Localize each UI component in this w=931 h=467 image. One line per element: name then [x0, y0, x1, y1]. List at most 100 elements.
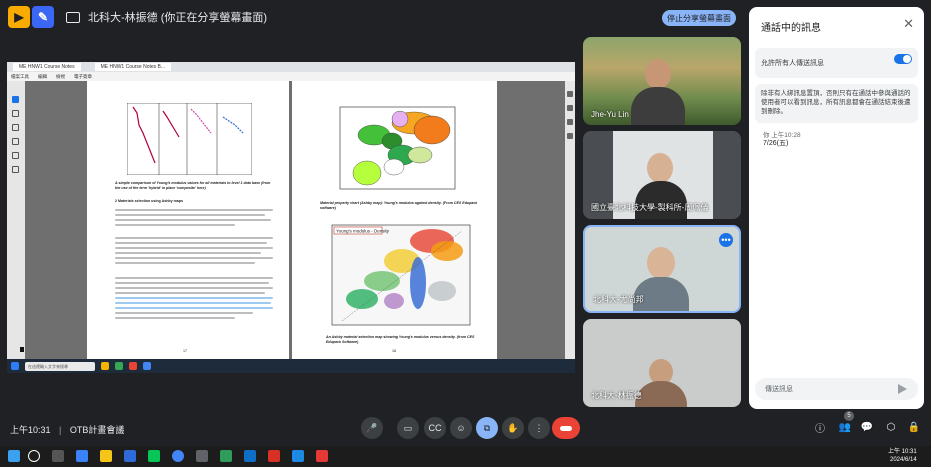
- browser-tabs: ME HNW1 Course Notes ME HNW1 Course Note…: [7, 62, 575, 72]
- info-icon[interactable]: ⓘ: [813, 420, 827, 435]
- text-line: [115, 277, 273, 279]
- participant-name: 北科大-林振德: [591, 391, 642, 400]
- activities-icon[interactable]: ⬡: [884, 420, 898, 434]
- hang-up-button[interactable]: [552, 417, 580, 439]
- chat-notice: 除非有人綁訊息置頂，否則只有在通話中參與通話的使用者可以看到訊息，所有訊息都會在…: [755, 84, 918, 123]
- participant-video: [631, 87, 685, 125]
- windows-start-icon[interactable]: [8, 450, 20, 462]
- allow-messages-label: 允許所有人傳送訊息: [761, 60, 824, 67]
- text-line: [115, 219, 271, 221]
- meeting-clock: 上午10:31: [10, 425, 51, 435]
- tool-icon[interactable]: [567, 91, 573, 97]
- chat-input[interactable]: 傳送訊息: [755, 378, 918, 400]
- present-icon[interactable]: ⧉: [476, 417, 498, 439]
- send-icon[interactable]: [898, 384, 907, 394]
- participant-name: Jhe-Yu Lin: [591, 110, 629, 119]
- menu-item[interactable]: 檔案工具: [11, 74, 29, 80]
- system-time: 上午 10:31: [888, 449, 917, 455]
- camera-icon[interactable]: ▭: [397, 417, 419, 439]
- system-clock: 上午 10:31 2024/6/14: [888, 448, 917, 464]
- file-explorer-icon[interactable]: [100, 450, 112, 462]
- text-line: [115, 262, 255, 264]
- draw-tool-icon[interactable]: [12, 138, 19, 145]
- message-text: 7/26(五): [763, 140, 789, 147]
- text-line: [115, 247, 273, 249]
- host-controls-icon[interactable]: 🔒: [907, 420, 921, 434]
- browser-tab[interactable]: ME HNW1 Course Notes B...: [94, 63, 172, 71]
- menu-item[interactable]: 檢視: [56, 74, 65, 80]
- meeting-info: 上午10:31 | OTB計畫會議: [10, 423, 124, 436]
- text-line: [115, 252, 261, 254]
- highlighted-text-line: [115, 307, 273, 309]
- section-heading: 2 Materials selection using Ashby maps: [115, 199, 183, 203]
- app-icon[interactable]: [76, 450, 88, 462]
- more-options-icon[interactable]: ⋮: [528, 417, 550, 439]
- allow-messages-row: 允許所有人傳送訊息: [755, 48, 918, 78]
- participant-tile[interactable]: 國立臺北科技大學-製科所-周佩儀: [583, 131, 741, 219]
- people-icon[interactable]: 👥: [838, 420, 852, 434]
- chat-icon[interactable]: 💬: [860, 420, 874, 434]
- search-tool-icon[interactable]: [12, 166, 19, 173]
- chat-panel: 通話中的訊息 ✕ 允許所有人傳送訊息 除非有人綁訊息置頂，否則只有在通話中參與通…: [749, 7, 924, 409]
- text-line: [115, 242, 267, 244]
- line-icon[interactable]: [148, 450, 160, 462]
- screen-share-icon: [66, 11, 80, 23]
- text-tool-icon[interactable]: [12, 152, 19, 159]
- text-line: [115, 287, 273, 289]
- chart-caption: An Ashby material selection map showing …: [326, 335, 475, 344]
- toggle-knob: [903, 55, 911, 63]
- app-icon: [143, 362, 151, 370]
- app-icon[interactable]: [244, 450, 256, 462]
- pdf-right-toolbar: [565, 81, 575, 359]
- tool-icon[interactable]: [567, 133, 573, 139]
- menu-item[interactable]: 編輯: [38, 74, 47, 80]
- app-icon[interactable]: [124, 450, 136, 462]
- highlighted-text-line: [115, 297, 273, 299]
- system-date: 2024/6/14: [889, 457, 917, 463]
- participant-video: [635, 181, 687, 219]
- page-number: 17: [183, 349, 187, 353]
- allow-messages-toggle[interactable]: [894, 54, 912, 64]
- chrome-icon[interactable]: [172, 450, 184, 462]
- microphone-icon[interactable]: 🎤: [361, 417, 383, 439]
- stop-sharing-button[interactable]: 停止分享螢幕畫面: [662, 10, 736, 26]
- app-icon[interactable]: [268, 450, 280, 462]
- participant-tile[interactable]: 北科大-林振德: [583, 319, 741, 407]
- emoji-icon[interactable]: ☺: [450, 417, 472, 439]
- chat-panel-title: 通話中的訊息: [761, 23, 821, 34]
- participant-tile[interactable]: Jhe-Yu Lin: [583, 37, 741, 125]
- app-icon[interactable]: [220, 450, 232, 462]
- task-view-icon[interactable]: [52, 450, 64, 462]
- slides-app-icon[interactable]: ▶: [8, 6, 30, 28]
- ashby-chart-1: [339, 106, 456, 190]
- search-icon[interactable]: [28, 450, 40, 462]
- select-tool-icon[interactable]: [12, 96, 19, 103]
- text-line: [115, 237, 273, 239]
- pdf-page-18: Material property chart (Ashby map): You…: [292, 81, 497, 359]
- captions-icon[interactable]: CC: [424, 417, 446, 439]
- browser-tab[interactable]: ME HNW1 Course Notes: [13, 63, 81, 71]
- raise-hand-icon[interactable]: ✋: [502, 417, 524, 439]
- more-options-icon[interactable]: •••: [719, 233, 733, 247]
- text-line: [115, 282, 269, 284]
- whiteboard-app-icon[interactable]: ✎: [32, 6, 54, 28]
- tool-icon[interactable]: [567, 105, 573, 111]
- app-icon[interactable]: [196, 450, 208, 462]
- text-line: [115, 312, 253, 314]
- tool-icon[interactable]: [567, 119, 573, 125]
- menu-item[interactable]: 電子簽章: [74, 74, 92, 80]
- zoom-tool-icon[interactable]: [12, 110, 19, 117]
- acrobat-icon[interactable]: [316, 450, 328, 462]
- text-line: [115, 224, 235, 226]
- text-line: [115, 292, 265, 294]
- phone-hangup-icon: [560, 425, 572, 431]
- text-line: [115, 317, 235, 319]
- participant-tile[interactable]: ••• 北科大-尤尚邦: [583, 225, 741, 313]
- participant-name: 國立臺北科技大學-製科所-周佩儀: [591, 203, 709, 212]
- vscode-icon[interactable]: [292, 450, 304, 462]
- mouse-cursor-icon: [20, 347, 24, 352]
- comment-tool-icon[interactable]: [12, 124, 19, 131]
- app-icon: [115, 362, 123, 370]
- close-icon[interactable]: ✕: [903, 16, 914, 32]
- shared-screen: ME HNW1 Course Notes ME HNW1 Course Note…: [7, 62, 575, 373]
